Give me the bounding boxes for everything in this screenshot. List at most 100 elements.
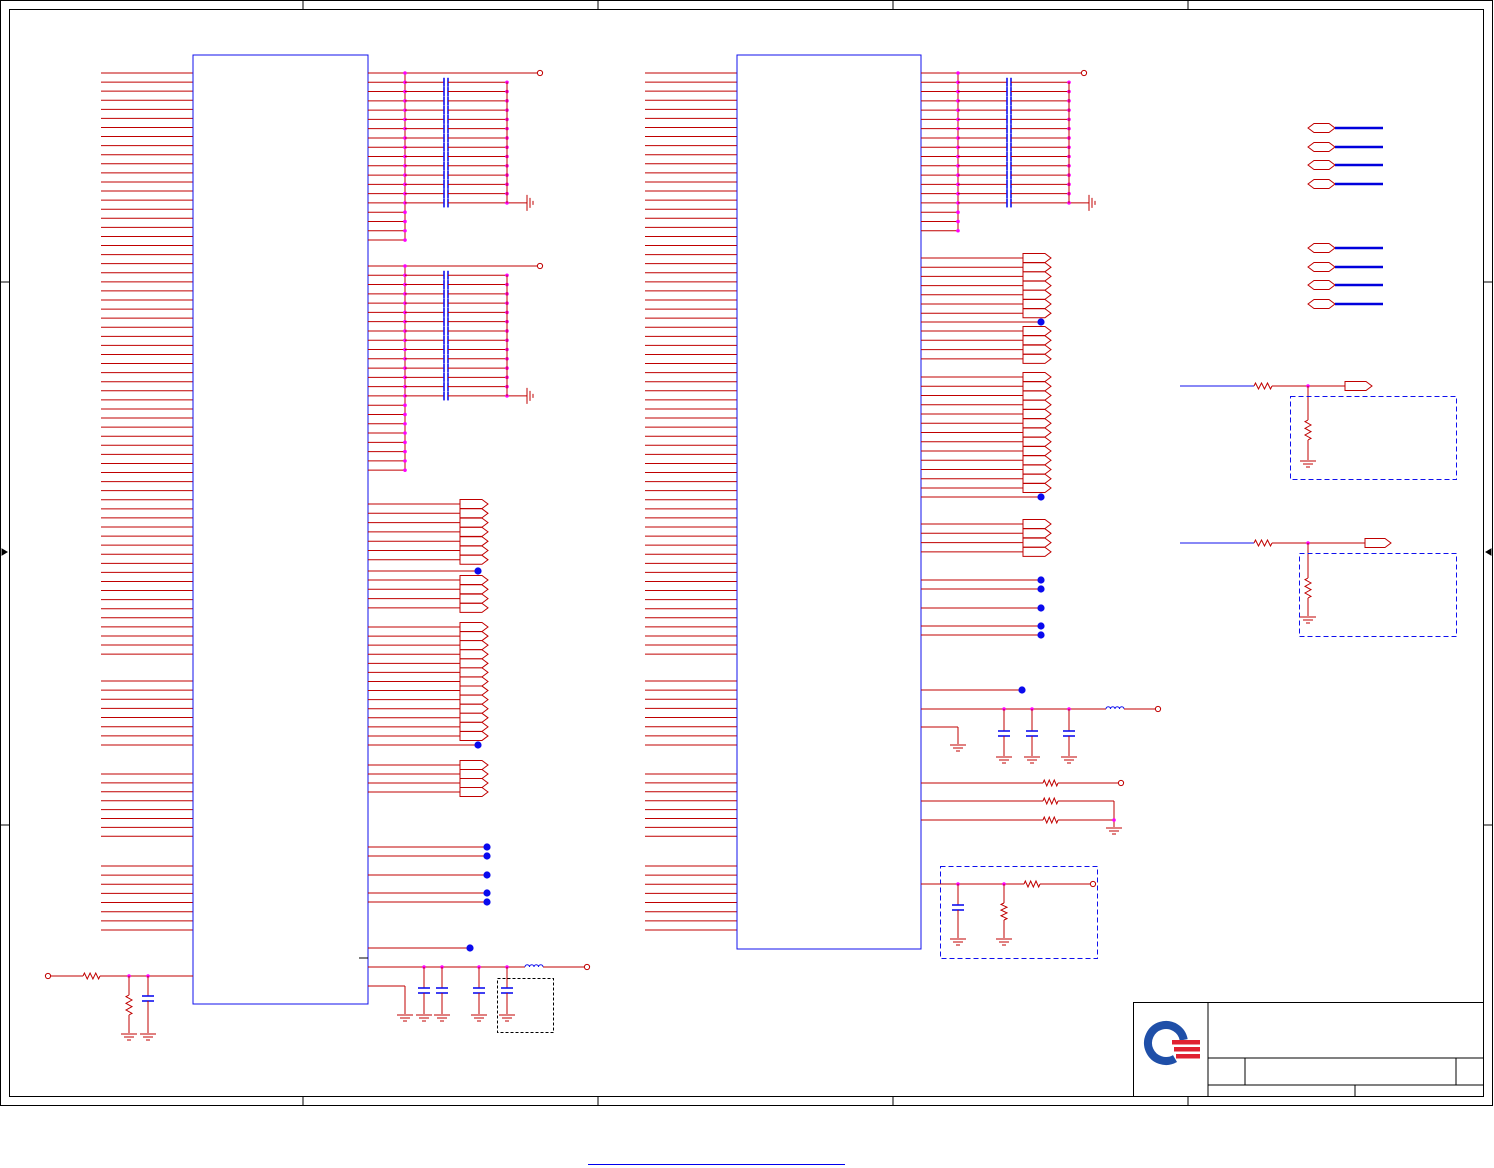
port-icon bbox=[1344, 381, 1373, 391]
net-end-dot bbox=[1037, 318, 1045, 326]
capacitor-icon bbox=[443, 289, 449, 299]
ic-right-body bbox=[736, 54, 922, 950]
net-end-dot bbox=[1018, 686, 1026, 694]
capacitor-icon bbox=[443, 114, 449, 124]
port-icon bbox=[459, 622, 489, 632]
port-icon bbox=[1022, 427, 1052, 438]
logo-stripe bbox=[1172, 1040, 1200, 1045]
port-icon bbox=[459, 508, 489, 519]
capacitor-icon bbox=[1006, 77, 1012, 87]
capacitor-icon bbox=[1006, 179, 1012, 189]
net-end-dot bbox=[483, 889, 491, 897]
ground-icon bbox=[950, 744, 966, 752]
port-icon bbox=[1022, 289, 1052, 300]
junction-dot bbox=[403, 264, 407, 268]
net-end-dot bbox=[1037, 604, 1045, 612]
port-icon bbox=[1022, 253, 1052, 263]
port-icon bbox=[1022, 483, 1052, 493]
net-end-dot bbox=[1037, 622, 1045, 630]
capacitor-icon bbox=[443, 307, 449, 317]
capacitor-icon bbox=[443, 124, 449, 134]
capacitor-icon bbox=[443, 363, 449, 373]
center-arrow-icon bbox=[1, 548, 8, 556]
port-icon bbox=[1022, 528, 1052, 539]
junction-dot bbox=[956, 228, 960, 233]
port-icon bbox=[459, 649, 489, 660]
net-end-dot bbox=[474, 741, 482, 749]
port-icon bbox=[1022, 537, 1052, 548]
inductor-icon bbox=[1105, 706, 1125, 710]
optional-part-box bbox=[1299, 553, 1457, 637]
port-icon bbox=[1022, 436, 1052, 447]
port-icon bbox=[1022, 473, 1052, 484]
capacitor-icon bbox=[443, 161, 449, 171]
port-icon bbox=[459, 658, 489, 669]
capacitor-icon bbox=[443, 335, 449, 345]
power-terminal-icon bbox=[1117, 779, 1125, 787]
capacitor-icon bbox=[1063, 730, 1075, 737]
junction-dot bbox=[1112, 818, 1116, 822]
capacitor-icon bbox=[443, 198, 449, 208]
sheet-border-outer bbox=[0, 0, 1493, 1106]
capacitor-icon bbox=[443, 298, 449, 308]
port-icon bbox=[1022, 299, 1052, 309]
port-icon bbox=[1022, 464, 1052, 475]
net-end-dot bbox=[483, 871, 491, 879]
port-icon bbox=[1022, 418, 1052, 429]
power-terminal-icon bbox=[583, 963, 591, 971]
port-icon bbox=[1022, 308, 1052, 319]
net-end-dot bbox=[1037, 631, 1045, 639]
net-end-dot bbox=[1037, 493, 1045, 501]
footer-link[interactable] bbox=[588, 1164, 845, 1165]
junction-dot bbox=[956, 71, 960, 75]
port-icon bbox=[1022, 546, 1052, 557]
port-icon bbox=[1022, 326, 1052, 336]
capacitor-icon bbox=[952, 904, 964, 911]
net-end-dot bbox=[1037, 585, 1045, 593]
port-icon bbox=[459, 554, 489, 565]
sheet-border-inner bbox=[9, 9, 1484, 1097]
capacitor-icon bbox=[443, 77, 449, 87]
capacitor-icon bbox=[418, 987, 430, 994]
ground-icon bbox=[1300, 460, 1316, 468]
capacitor-icon bbox=[443, 189, 449, 199]
port-icon bbox=[459, 730, 489, 741]
ground-icon bbox=[1061, 756, 1077, 764]
port-icon bbox=[1022, 381, 1052, 392]
capacitor-icon bbox=[1006, 152, 1012, 162]
junction-dot bbox=[403, 431, 407, 435]
junction-dot bbox=[403, 210, 407, 214]
capacitor-icon bbox=[443, 317, 449, 327]
port-icon bbox=[459, 575, 489, 585]
center-arrow-icon bbox=[1485, 548, 1492, 556]
port-icon bbox=[1307, 299, 1336, 309]
port-icon bbox=[1022, 446, 1052, 456]
capacitor-icon bbox=[443, 179, 449, 189]
port-icon bbox=[1307, 243, 1336, 253]
junction-dot bbox=[403, 228, 407, 233]
junction-dot bbox=[403, 71, 407, 75]
port-icon bbox=[459, 694, 489, 705]
optional-part-box bbox=[940, 866, 1098, 959]
capacitor-icon bbox=[1006, 161, 1012, 171]
capacitor-icon bbox=[473, 987, 485, 994]
port-icon bbox=[459, 703, 489, 714]
capacitor-icon bbox=[443, 152, 449, 162]
junction-dot bbox=[956, 219, 960, 224]
port-icon bbox=[1022, 344, 1052, 355]
logo-icon bbox=[1144, 1021, 1200, 1065]
port-icon bbox=[459, 584, 489, 595]
port-icon bbox=[459, 676, 489, 687]
capacitor-icon bbox=[1006, 87, 1012, 97]
capacitor-icon bbox=[1006, 96, 1012, 106]
net-end-dot bbox=[483, 852, 491, 860]
resistor-icon bbox=[1042, 796, 1059, 806]
capacitor-icon bbox=[443, 133, 449, 143]
capacitor-icon bbox=[443, 170, 449, 180]
ground-icon bbox=[434, 1014, 450, 1022]
port-icon bbox=[1022, 390, 1052, 401]
inductor-icon bbox=[524, 964, 544, 968]
power-terminal-icon bbox=[44, 972, 52, 980]
port-icon bbox=[459, 593, 489, 604]
resistor-icon bbox=[82, 971, 101, 981]
